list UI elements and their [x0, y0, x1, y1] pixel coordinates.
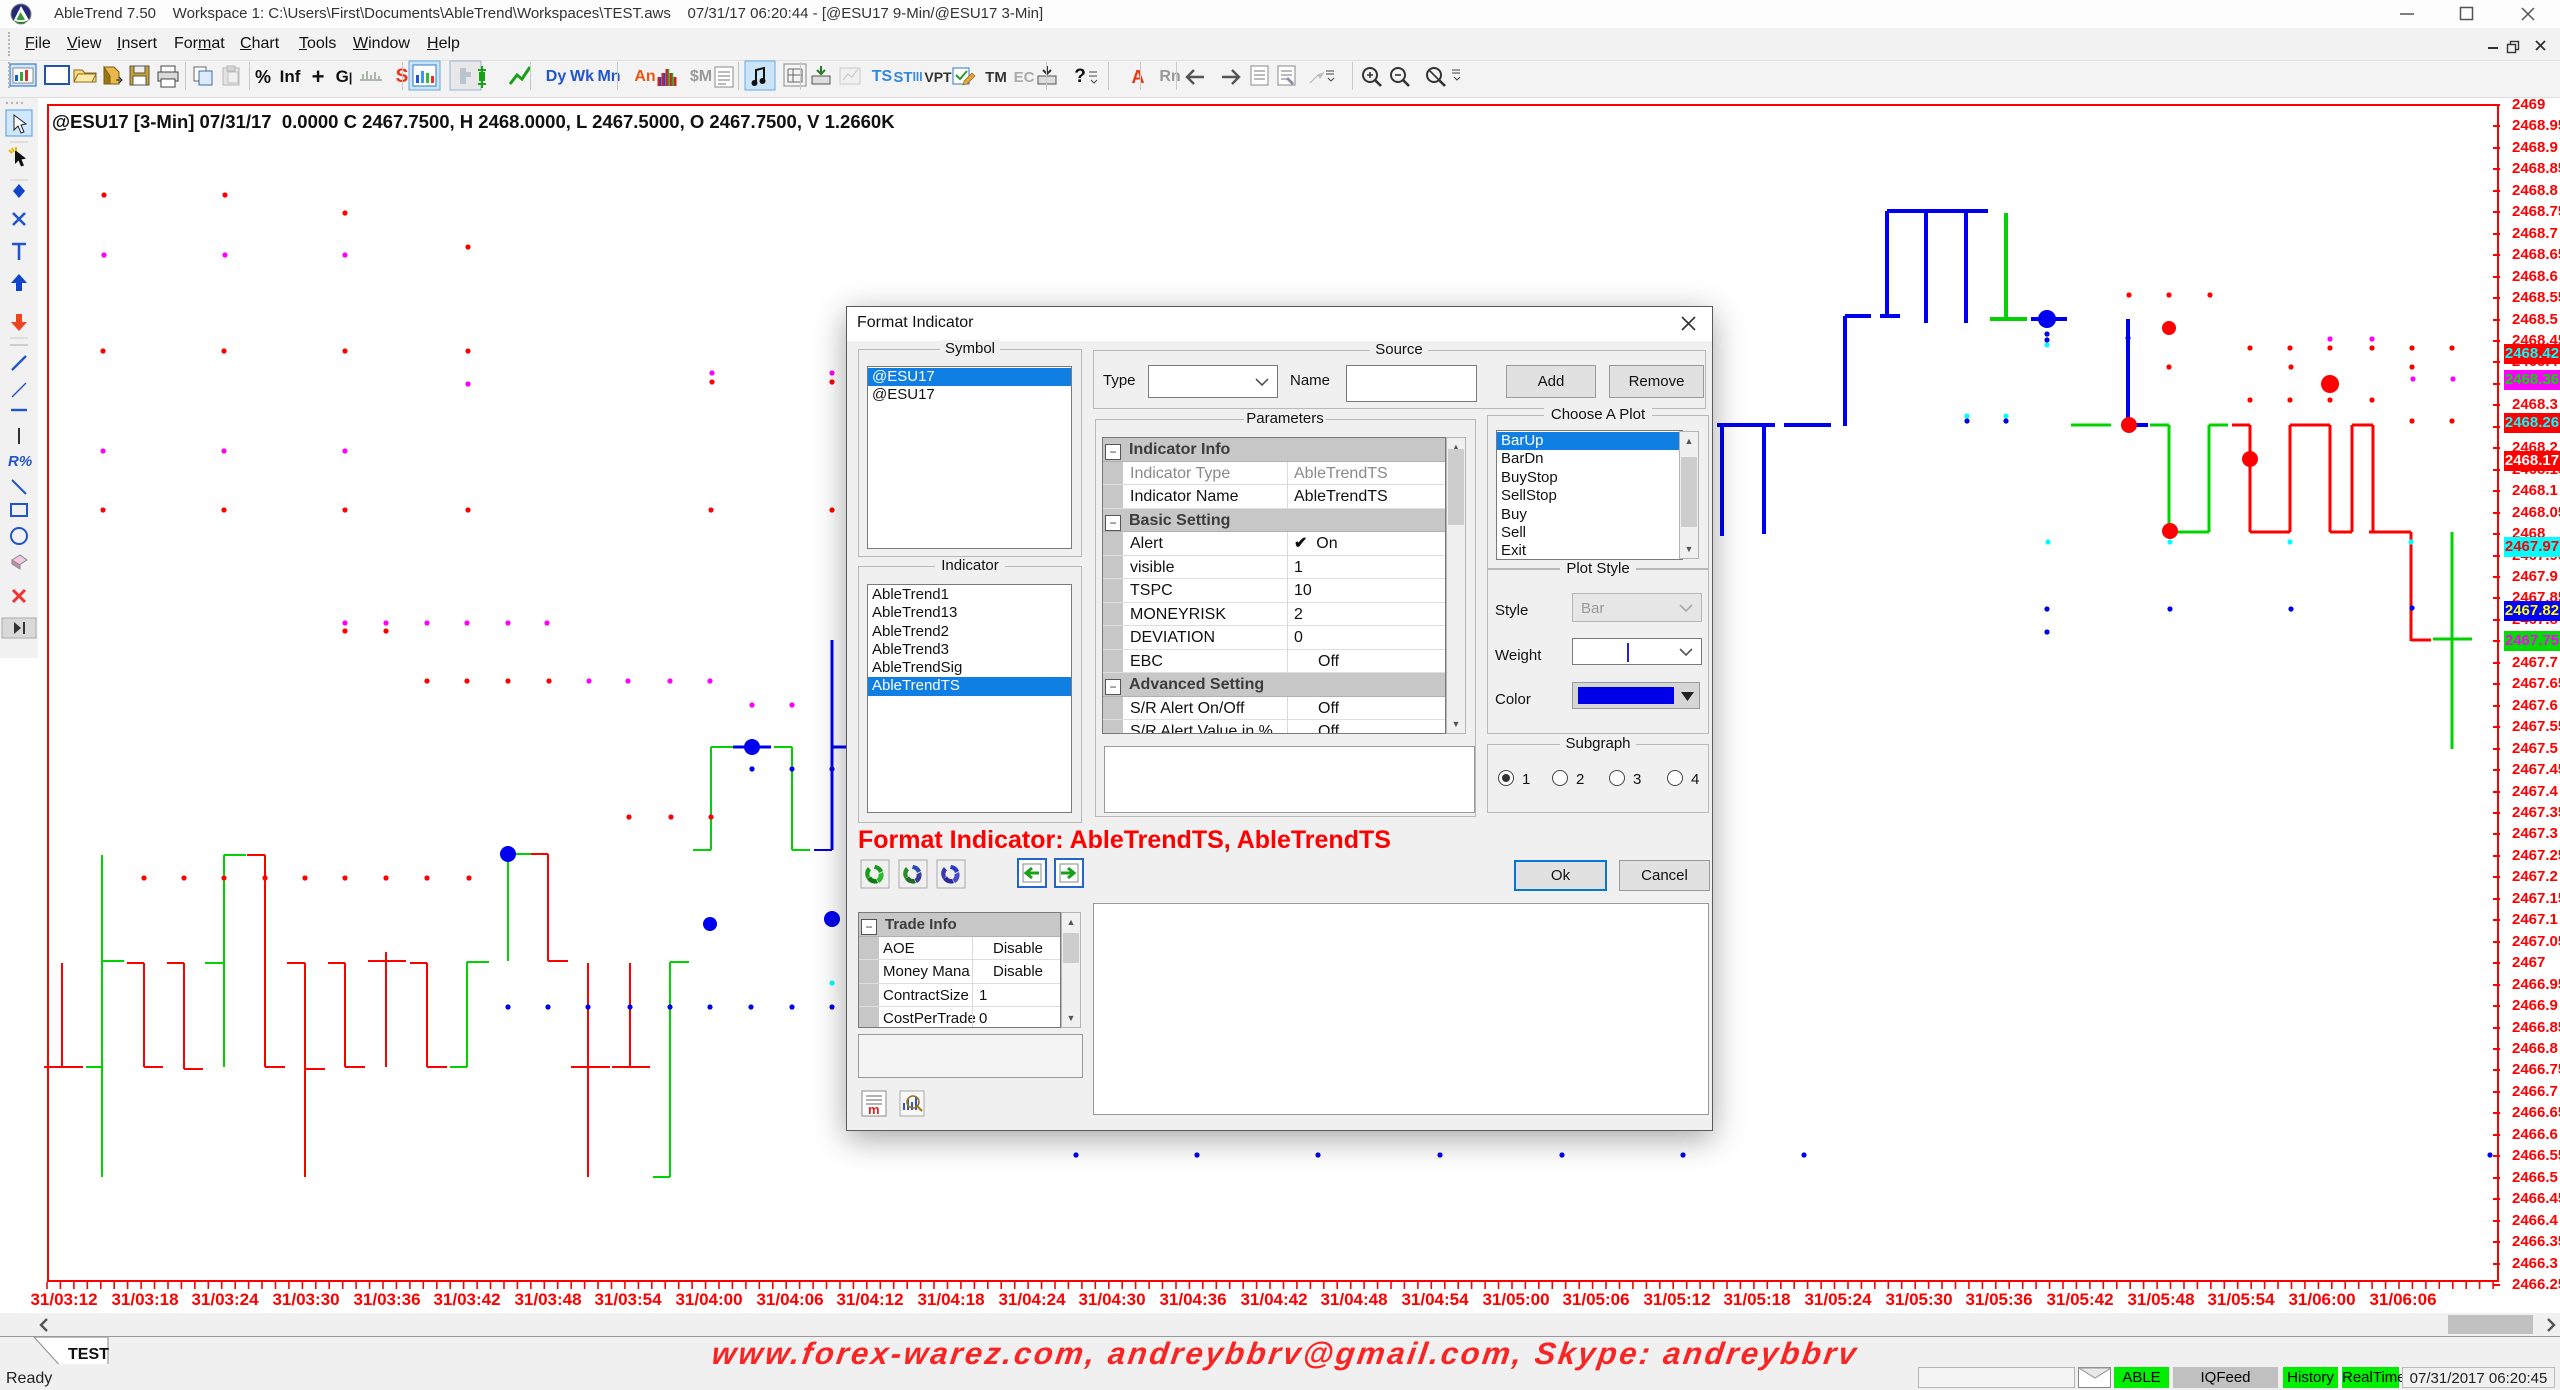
- svg-text:TEST: TEST: [68, 1346, 109, 1363]
- svg-text:m: m: [868, 1102, 880, 1117]
